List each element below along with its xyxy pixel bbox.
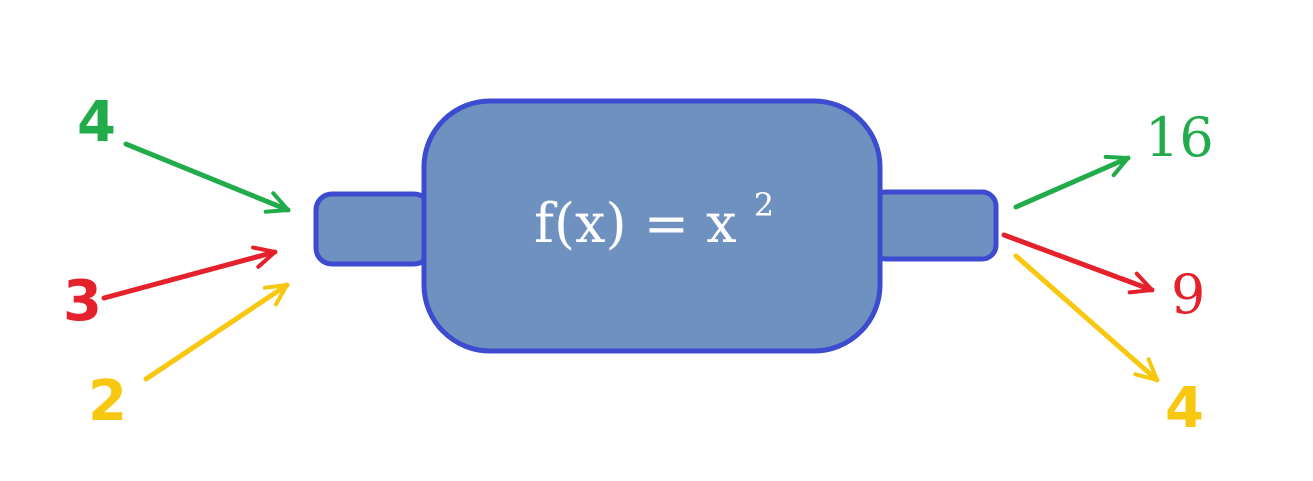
input-arrow-green — [123, 141, 291, 214]
function-formula: f(x) = x 2 — [534, 186, 774, 255]
input-port — [313, 191, 433, 267]
input-value-yellow: 2 — [88, 369, 127, 434]
input-value-red: 3 — [63, 269, 102, 334]
function-machine-diagram: f(x) = x 2 4 3 2 16 9 4 — [63, 90, 1214, 441]
output-port — [869, 189, 999, 262]
output-value-red: 9 — [1171, 263, 1205, 326]
output-value-yellow: 4 — [1165, 376, 1204, 441]
formula-base: f(x) = x — [534, 192, 737, 255]
input-arrow-red — [101, 245, 278, 301]
output-arrow-green — [1013, 154, 1131, 210]
output-value-green: 16 — [1145, 106, 1214, 169]
input-value-green: 4 — [77, 90, 116, 155]
input-arrow-yellow — [143, 282, 290, 382]
formula-exponent: 2 — [754, 186, 774, 224]
output-arrow-yellow — [1013, 253, 1160, 383]
